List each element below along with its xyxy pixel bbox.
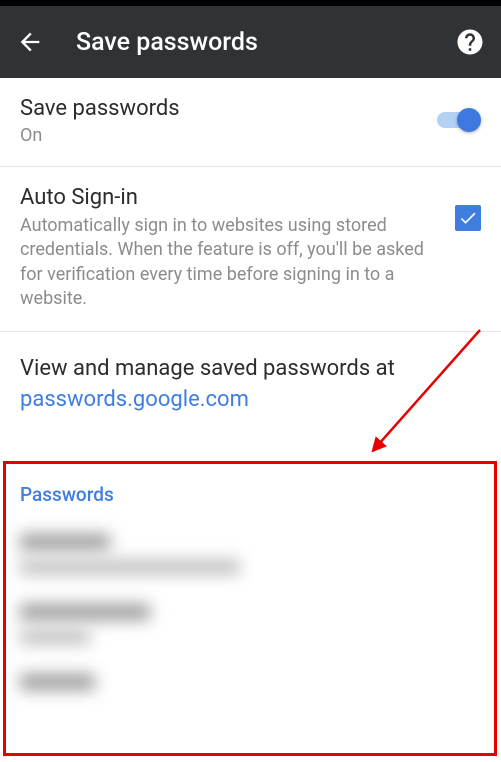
save-passwords-status: On [20, 125, 437, 146]
auto-signin-checkbox[interactable] [455, 205, 481, 231]
auto-signin-description: Automatically sign in to websites using … [20, 214, 439, 311]
passwords-link[interactable]: passwords.google.com [20, 387, 249, 412]
help-icon[interactable] [455, 27, 485, 57]
save-passwords-row[interactable]: Save passwords On [0, 78, 501, 167]
page-title: Save passwords [76, 28, 455, 57]
password-entry[interactable] [20, 534, 481, 574]
password-entry[interactable] [20, 604, 481, 644]
auto-signin-row[interactable]: Auto Sign-in Automatically sign in to we… [0, 167, 501, 332]
password-entry[interactable] [20, 674, 481, 690]
auto-signin-title: Auto Sign-in [20, 185, 439, 210]
save-passwords-title: Save passwords [20, 96, 437, 121]
app-header: Save passwords [0, 6, 501, 78]
save-passwords-toggle[interactable] [437, 108, 481, 132]
view-manage-section: View and manage saved passwords at passw… [0, 332, 501, 434]
passwords-list-header: Passwords [20, 483, 481, 506]
passwords-list-section: Passwords [0, 461, 501, 720]
back-arrow-icon[interactable] [16, 28, 44, 56]
view-manage-text: View and manage saved passwords at [20, 356, 395, 381]
